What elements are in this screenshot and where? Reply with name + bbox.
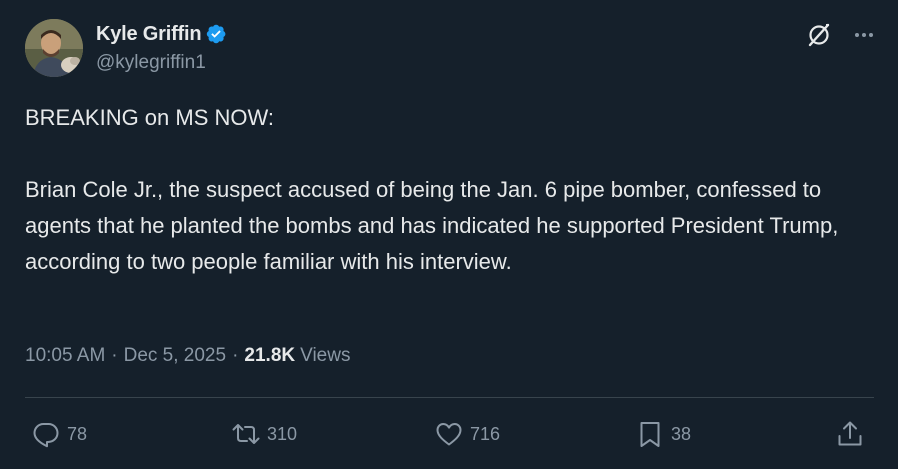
like-count: 716 bbox=[470, 423, 501, 444]
action-bar: 78 310 716 38 bbox=[0, 414, 898, 454]
divider bbox=[25, 397, 874, 398]
views-label[interactable]: Views bbox=[300, 345, 350, 367]
bookmark-icon bbox=[640, 422, 660, 447]
like-button[interactable]: 716 bbox=[434, 414, 500, 454]
tweet-header-actions bbox=[806, 22, 876, 48]
author-name-row[interactable]: Kyle Griffin bbox=[96, 21, 227, 47]
more-icon[interactable] bbox=[852, 23, 876, 47]
tweet-time[interactable]: 10:05 AM bbox=[25, 345, 105, 367]
tweet-text: BREAKING on MS NOW: Brian Cole Jr., the … bbox=[25, 105, 839, 274]
views-count[interactable]: 21.8K bbox=[244, 345, 295, 367]
bookmark-count: 38 bbox=[671, 423, 692, 444]
tweet-date[interactable]: Dec 5, 2025 bbox=[124, 345, 226, 367]
tweet-meta: 10:05 AM · Dec 5, 2025 · 21.8K Views bbox=[25, 343, 350, 369]
reply-count: 78 bbox=[67, 423, 88, 444]
reply-button[interactable]: 78 bbox=[31, 414, 87, 454]
share-button[interactable] bbox=[835, 414, 865, 454]
repost-icon bbox=[232, 424, 260, 444]
like-icon bbox=[436, 423, 462, 446]
meta-separator: · bbox=[232, 345, 239, 366]
grok-icon[interactable] bbox=[806, 22, 832, 48]
tweet-card: Kyle Griffin @kylegriffin1 BREAKING on M… bbox=[0, 0, 898, 469]
repost-count: 310 bbox=[267, 423, 298, 444]
avatar-photo bbox=[25, 19, 83, 77]
repost-button[interactable]: 310 bbox=[231, 414, 297, 454]
reply-icon bbox=[33, 423, 59, 448]
author-handle[interactable]: @kylegriffin1 bbox=[96, 52, 206, 74]
avatar[interactable] bbox=[25, 19, 83, 77]
share-icon bbox=[838, 421, 862, 446]
meta-separator: · bbox=[111, 345, 118, 366]
verified-badge-icon[interactable] bbox=[205, 23, 227, 45]
bookmark-button[interactable]: 38 bbox=[635, 414, 691, 454]
author-display-name[interactable]: Kyle Griffin bbox=[96, 23, 202, 46]
